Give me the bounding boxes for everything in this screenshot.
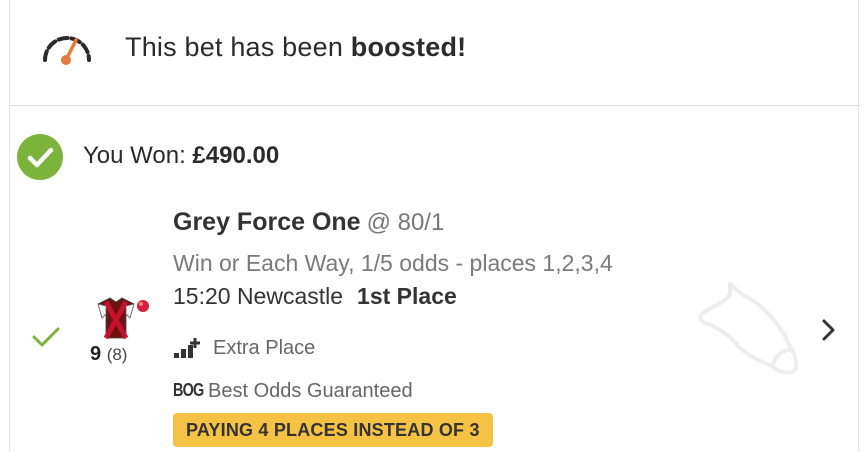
odds: @ 80/1	[366, 209, 445, 236]
boost-banner: This bet has been boosted!	[10, 0, 860, 106]
selection-row[interactable]: 9 (8) Grey Force One @ 80/1 Win or Each W…	[10, 196, 860, 452]
extra-place-label: Extra Place	[213, 337, 316, 359]
runner-number: 9 (8)	[90, 343, 128, 365]
horse-name: Grey Force One	[173, 208, 361, 236]
horse-head-icon	[686, 276, 806, 386]
race-info: 15:20 Newcastle 1st Place	[173, 283, 457, 310]
places-badge: PAYING 4 PLACES INSTEAD OF 3	[173, 413, 493, 447]
win-amount-text: You Won: £490.00	[83, 142, 280, 169]
win-amount: £490.00	[192, 142, 280, 169]
draw-number: (8)	[106, 345, 128, 364]
jockey-silks-icon	[90, 294, 152, 340]
check-icon	[30, 324, 62, 350]
horse-title: Grey Force One @ 80/1	[173, 208, 444, 237]
speedometer-icon	[40, 30, 94, 70]
market-description: Win or Each Way, 1/5 odds - places 1,2,3…	[173, 250, 613, 276]
bog-label: Best Odds Guaranteed	[208, 380, 413, 402]
race-time-course: 15:20 Newcastle	[173, 283, 344, 309]
extra-place-icon	[173, 336, 201, 360]
check-circle-icon	[17, 134, 63, 180]
bet-card: This bet has been boosted! You Won: £490…	[9, 0, 860, 452]
finish-position: 1st Place	[357, 283, 457, 309]
chevron-right-icon[interactable]	[816, 314, 840, 346]
boost-message: This bet has been boosted!	[125, 32, 467, 62]
bog-icon: BOG	[173, 380, 204, 400]
